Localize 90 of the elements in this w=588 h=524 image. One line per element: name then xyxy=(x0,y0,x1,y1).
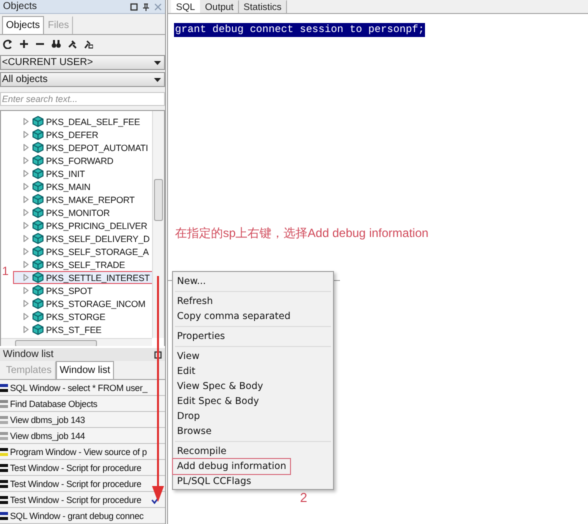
package-icon xyxy=(32,181,44,192)
package-icon xyxy=(32,246,44,257)
instruction-note: 在指定的sp上右键，选择Add debug information xyxy=(175,225,428,242)
pin-icon[interactable] xyxy=(142,2,150,10)
scrollbar[interactable] xyxy=(152,111,164,338)
window-icon xyxy=(0,478,8,488)
window-icon xyxy=(0,462,8,472)
tab[interactable]: SQL xyxy=(171,0,200,13)
tree-item[interactable]: PKS_STORAGE_INCOM xyxy=(13,297,152,310)
step-number: 2 xyxy=(300,490,308,505)
step-number: 1 xyxy=(2,264,9,278)
package-icon xyxy=(32,155,44,166)
menu-item[interactable]: Add debug information xyxy=(173,459,290,474)
package-icon xyxy=(32,194,44,205)
tree-item[interactable]: PKS_MAIN xyxy=(13,180,152,193)
window-list-item[interactable]: Test Window - Script for procedure xyxy=(0,460,165,476)
scrollbar[interactable] xyxy=(1,338,152,346)
package-icon xyxy=(32,272,44,283)
tree-item[interactable]: PKS_SELF_TRADE xyxy=(13,258,152,271)
package-icon xyxy=(32,298,44,309)
menu-item[interactable]: View xyxy=(173,349,204,364)
package-icon xyxy=(32,285,44,296)
window-list-item[interactable]: Test Window - Script for procedure xyxy=(0,476,165,492)
window-icon xyxy=(0,382,8,392)
package-icon xyxy=(32,311,44,322)
tool-icon[interactable] xyxy=(67,39,77,49)
window-list-item[interactable]: Test Window - Script for procedure xyxy=(0,492,165,508)
tree-item[interactable]: PKS_SELF_DELIVERY_D xyxy=(13,232,152,245)
window-icon xyxy=(0,414,8,424)
search-field[interactable]: Enter search text... xyxy=(0,92,165,106)
binoculars-icon[interactable] xyxy=(51,39,61,49)
menu-item[interactable]: Recompile xyxy=(173,444,230,459)
filter-dropdown[interactable]: All objects xyxy=(0,72,165,87)
package-icon xyxy=(32,220,44,231)
package-icon xyxy=(32,259,44,270)
window-icon xyxy=(0,430,8,440)
menu-item[interactable]: Copy comma separated xyxy=(173,309,294,324)
package-icon xyxy=(32,207,44,218)
package-icon xyxy=(32,129,44,140)
package-icon xyxy=(32,324,44,335)
restore-icon[interactable] xyxy=(130,2,138,10)
window-list-item[interactable]: Find Database Objects xyxy=(0,396,165,412)
tree-item[interactable]: PKS_INIT xyxy=(13,167,152,180)
window-icon xyxy=(0,398,8,408)
tab[interactable]: Output xyxy=(200,0,239,13)
panel-title: Objects xyxy=(3,1,37,12)
window-icon xyxy=(0,446,8,456)
menu-item[interactable]: PL/SQL CCFlags xyxy=(173,474,256,489)
tree-item[interactable]: PKS_MAKE_REPORT xyxy=(13,193,152,206)
owner-dropdown[interactable]: <CURRENT USER> xyxy=(0,55,165,70)
tree-item[interactable]: PKS_SETTLE_INTEREST xyxy=(13,271,152,284)
tree-item[interactable]: PKS_ST_FEE xyxy=(13,323,152,336)
tree-item[interactable]: PKS_MONITOR xyxy=(13,206,152,219)
restore-icon[interactable] xyxy=(154,350,162,358)
menu-item[interactable]: Edit xyxy=(173,364,200,379)
tree-item[interactable]: PKS_SELF_STORAGE_A xyxy=(13,245,152,258)
menu-item[interactable]: Browse xyxy=(173,424,216,439)
tree-item[interactable]: PKS_DEPOT_AUTOMATI xyxy=(13,141,152,154)
checkmark-icon xyxy=(150,496,160,504)
tree-item[interactable]: PKS_SPOT xyxy=(13,284,152,297)
window-list-item[interactable]: Program Window - View source of p xyxy=(0,444,165,460)
caret-icon xyxy=(154,78,161,82)
window-list-item[interactable]: SQL Window - select * FROM user_ xyxy=(0,380,165,396)
refresh-icon[interactable] xyxy=(3,39,13,49)
package-icon xyxy=(32,116,44,127)
tree-item[interactable]: PKS_STORGE xyxy=(13,310,152,323)
tree-item[interactable]: PKS_DEAL_SELF_FEE xyxy=(13,115,152,128)
window-list-item[interactable]: SQL Window - grant debug connec xyxy=(0,508,165,524)
tree-item[interactable]: PKS_FORWARD xyxy=(13,154,152,167)
caret-icon xyxy=(154,60,161,64)
package-icon xyxy=(32,168,44,179)
menu-item[interactable]: Refresh xyxy=(173,294,217,309)
menu-item[interactable]: New... xyxy=(173,274,210,289)
plus-icon[interactable] xyxy=(19,39,29,49)
package-icon xyxy=(32,142,44,153)
menu-item[interactable]: Properties xyxy=(173,329,230,344)
window-list-item[interactable]: View dbms_job 144 xyxy=(0,428,165,444)
menu-item[interactable]: View Spec & Body xyxy=(173,379,268,394)
menu-item[interactable]: Edit Spec & Body xyxy=(173,394,263,409)
window-icon xyxy=(0,510,8,520)
window-icon xyxy=(0,494,8,504)
tree-item[interactable]: PKS_DEFER xyxy=(13,128,152,141)
tab[interactable]: Objects xyxy=(2,16,44,34)
tree-item[interactable]: PKS_PRICING_DELIVER xyxy=(13,219,152,232)
menu-item[interactable]: Drop xyxy=(173,409,204,424)
package-icon xyxy=(32,233,44,244)
panel-title: Window list xyxy=(3,349,54,360)
tab[interactable]: Window list xyxy=(56,361,114,379)
tab[interactable]: Statistics xyxy=(238,0,287,13)
window-list-item[interactable]: View dbms_job 143 xyxy=(0,412,165,428)
